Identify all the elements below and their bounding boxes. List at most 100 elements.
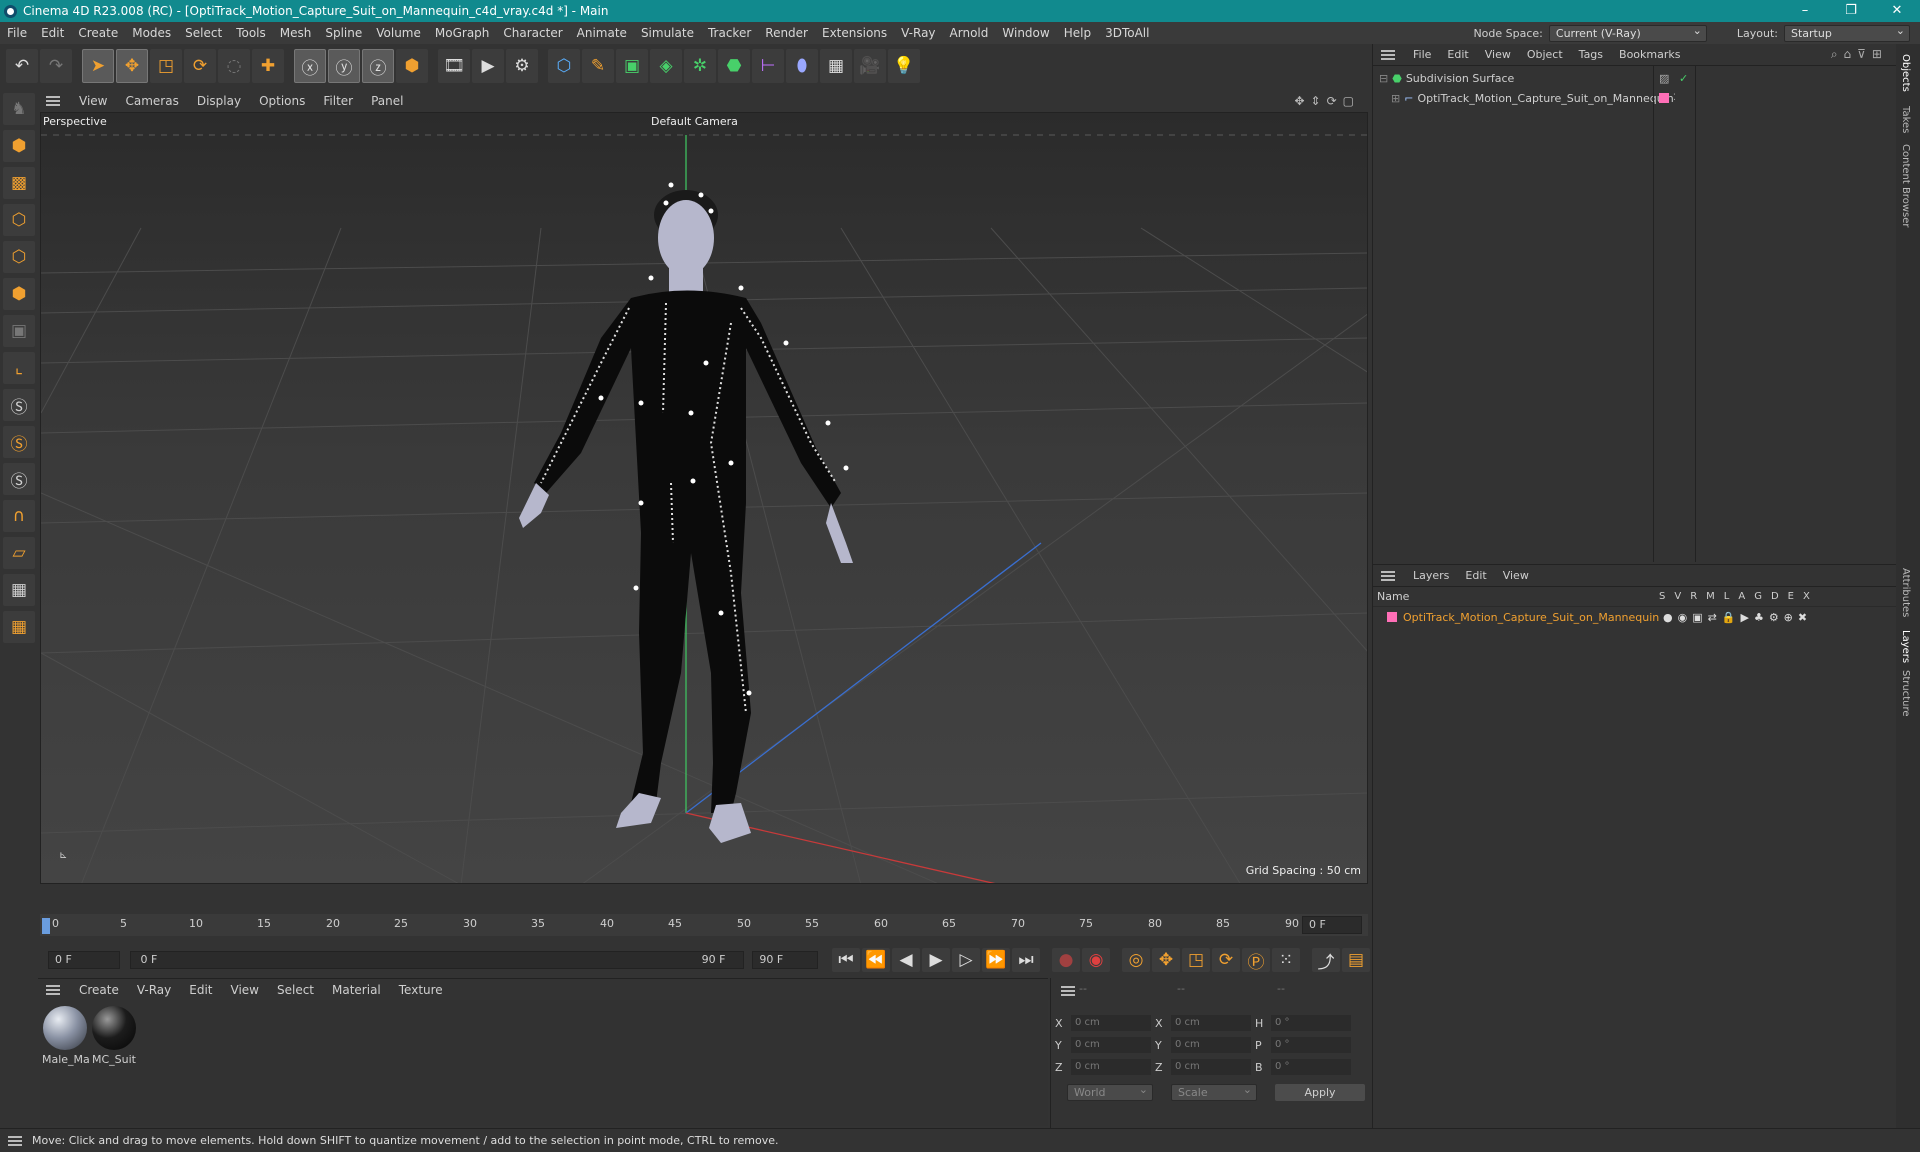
- previous-key-icon[interactable]: ⏪: [862, 948, 890, 972]
- material-menu-edit[interactable]: Edit: [180, 983, 221, 997]
- rot-b-field[interactable]: 0 °: [1271, 1059, 1351, 1075]
- object-menu-tags[interactable]: Tags: [1571, 48, 1611, 61]
- layer-row[interactable]: OptiTrack_Motion_Capture_Suit_on_Mannequ…: [1373, 607, 1896, 627]
- material-menu-select[interactable]: Select: [268, 983, 323, 997]
- magnet-icon[interactable]: ∩: [3, 500, 35, 532]
- tab-takes[interactable]: Takes: [1900, 106, 1911, 133]
- grid-plane-icon[interactable]: ▦: [3, 574, 35, 606]
- layer-flag-icons[interactable]: ●◉▣⇄🔒▶♣⚙⊕✖: [1663, 611, 1812, 624]
- start-frame-field[interactable]: 0 F: [48, 951, 120, 969]
- timeline-playhead[interactable]: [42, 918, 50, 934]
- make-editable-icon[interactable]: ♞: [3, 93, 35, 125]
- render-to-picture-viewer-icon[interactable]: ▶: [472, 49, 504, 83]
- menu-create[interactable]: Create: [71, 26, 125, 40]
- next-key-icon[interactable]: ⏩: [982, 948, 1010, 972]
- object-menu-bookmarks[interactable]: Bookmarks: [1611, 48, 1688, 61]
- timeline-window-icon[interactable]: ▤: [1342, 948, 1370, 972]
- material-menu-view[interactable]: View: [222, 983, 268, 997]
- recent-tools-icon[interactable]: ◌: [218, 49, 250, 83]
- collapse-icon[interactable]: ⊟: [1379, 72, 1388, 85]
- locked-workplane-icon[interactable]: ▦: [3, 611, 35, 643]
- pos-y-field[interactable]: 0 cm: [1071, 1037, 1151, 1053]
- extrude-generator-icon[interactable]: ◈: [650, 49, 682, 83]
- apply-button[interactable]: Apply: [1275, 1084, 1365, 1101]
- menu-select[interactable]: Select: [178, 26, 229, 40]
- key-scale-icon[interactable]: ◳: [1182, 948, 1210, 972]
- object-layer-icon[interactable]: ▨: [1659, 72, 1669, 85]
- flag-expressions[interactable]: E: [1788, 591, 1794, 602]
- viewport-menu-display[interactable]: Display: [188, 94, 250, 108]
- rotate-tool-icon[interactable]: ⟳: [184, 49, 216, 83]
- y-axis-lock-icon[interactable]: ⓨ: [328, 49, 360, 83]
- menu-render[interactable]: Render: [758, 26, 815, 40]
- menu-extensions[interactable]: Extensions: [815, 26, 894, 40]
- snap-settings-icon[interactable]: Ⓢ: [3, 426, 35, 458]
- flag-solo[interactable]: S: [1659, 591, 1665, 602]
- field-icon[interactable]: ⬮: [786, 49, 818, 83]
- menu-animate[interactable]: Animate: [570, 26, 634, 40]
- key-position-icon[interactable]: ✥: [1152, 948, 1180, 972]
- layer-name[interactable]: OptiTrack_Motion_Capture_Suit_on_Mannequ…: [1403, 611, 1659, 624]
- menu-simulate[interactable]: Simulate: [634, 26, 701, 40]
- status-menu-icon[interactable]: [8, 1135, 22, 1146]
- viewport-menu-cameras[interactable]: Cameras: [116, 94, 187, 108]
- rot-p-field[interactable]: 0 °: [1271, 1037, 1351, 1053]
- create-tool-icon[interactable]: ✚: [252, 49, 284, 83]
- viewport-menu-options[interactable]: Options: [250, 94, 314, 108]
- tab-attributes[interactable]: Attributes: [1900, 568, 1911, 617]
- expand-icon[interactable]: ⊞: [1391, 92, 1400, 105]
- polygons-mode-icon[interactable]: ⬢: [3, 278, 35, 310]
- size-x-field[interactable]: 0 cm: [1171, 1015, 1251, 1031]
- 3d-viewport[interactable]: Perspective Default Camera Grid Spacing …: [40, 112, 1368, 884]
- menu-mograph[interactable]: MoGraph: [428, 26, 497, 40]
- workplane-icon[interactable]: ▱: [3, 537, 35, 569]
- tab-content-browser[interactable]: Content Browser: [1900, 144, 1911, 227]
- menu-mesh[interactable]: Mesh: [273, 26, 319, 40]
- texture-mode-icon[interactable]: ▩: [3, 167, 35, 199]
- coordinate-system-icon[interactable]: ⬢: [396, 49, 428, 83]
- viewport-navigation-icons[interactable]: ✥⇕⟳▢: [1294, 94, 1360, 108]
- subdivision-generator-icon[interactable]: ▣: [616, 49, 648, 83]
- points-mode-icon[interactable]: ⬡: [3, 204, 35, 236]
- layer-menu-edit[interactable]: Edit: [1457, 569, 1494, 582]
- menu-volume[interactable]: Volume: [369, 26, 428, 40]
- material-menu-icon[interactable]: [46, 984, 60, 995]
- visibility-dots-icon[interactable]: ⁚: [1673, 93, 1676, 103]
- size-mode-dropdown[interactable]: Scale: [1171, 1082, 1257, 1101]
- maximize-button[interactable]: ❐: [1828, 0, 1874, 22]
- object-menu-object[interactable]: Object: [1519, 48, 1571, 61]
- axis-mode-icon[interactable]: ⌞: [3, 352, 35, 384]
- pos-z-field[interactable]: 0 cm: [1071, 1059, 1151, 1075]
- x-axis-lock-icon[interactable]: ⓧ: [294, 49, 326, 83]
- menu-spline[interactable]: Spline: [318, 26, 369, 40]
- size-y-field[interactable]: 0 cm: [1171, 1037, 1251, 1053]
- cube-primitive-icon[interactable]: ⬡: [548, 49, 580, 83]
- flag-view[interactable]: V: [1674, 591, 1681, 602]
- menu-arnold[interactable]: Arnold: [943, 26, 996, 40]
- material-menu-create[interactable]: Create: [70, 983, 128, 997]
- object-row-suit[interactable]: ⊞ ⌐ OptiTrack_Motion_Capture_Suit_on_Man…: [1373, 88, 1896, 108]
- flag-xref[interactable]: X: [1803, 591, 1810, 602]
- edges-mode-icon[interactable]: ⬡: [3, 241, 35, 273]
- key-pla-icon[interactable]: ⁙: [1272, 948, 1300, 972]
- cloner-icon[interactable]: ✲: [684, 49, 716, 83]
- menu-3dtoall[interactable]: 3DToAll: [1098, 26, 1156, 40]
- object-menu-edit[interactable]: Edit: [1439, 48, 1476, 61]
- material-menu-material[interactable]: Material: [323, 983, 390, 997]
- object-menu-icon[interactable]: [1381, 49, 1395, 60]
- flag-render[interactable]: R: [1690, 591, 1697, 602]
- timeline-ruler[interactable]: 0 5 10 15 20 25 30 35 40 45 50 55 60 65 …: [40, 914, 1368, 936]
- menu-tracker[interactable]: Tracker: [701, 26, 758, 40]
- layout-dropdown[interactable]: Startup: [1784, 23, 1910, 42]
- material-mc-suit[interactable]: MC_Suit: [91, 1006, 137, 1066]
- snap-icon[interactable]: Ⓢ: [3, 389, 35, 421]
- close-button[interactable]: ✕: [1874, 0, 1920, 22]
- live-selection-icon[interactable]: ➤: [82, 49, 114, 83]
- flag-manager[interactable]: M: [1706, 591, 1715, 602]
- model-mode-icon[interactable]: ⬢: [3, 130, 35, 162]
- render-settings-icon[interactable]: ⚙: [506, 49, 538, 83]
- layer-color-swatch[interactable]: [1387, 612, 1397, 622]
- enabled-check-icon[interactable]: ✓: [1679, 72, 1688, 85]
- material-menu-vray[interactable]: V-Ray: [128, 983, 180, 997]
- z-axis-lock-icon[interactable]: ⓩ: [362, 49, 394, 83]
